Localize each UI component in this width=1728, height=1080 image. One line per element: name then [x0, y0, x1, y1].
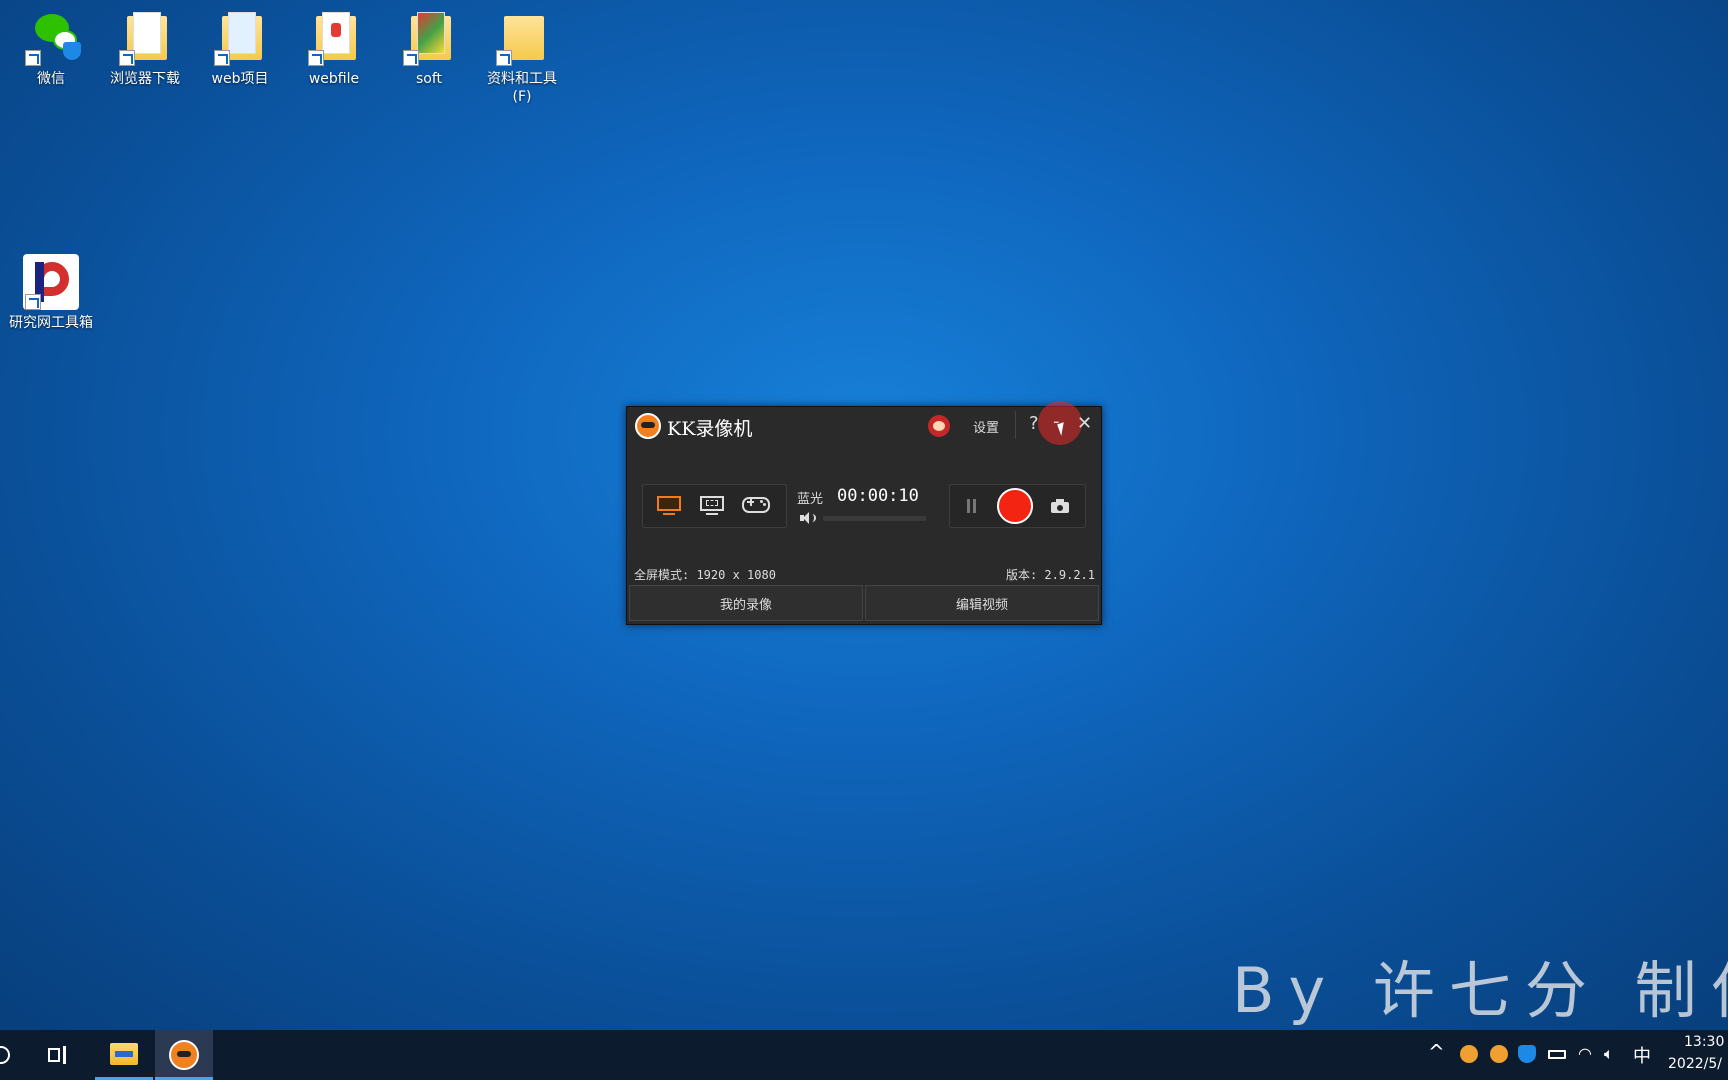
folder-icon [304, 8, 364, 68]
search-icon[interactable] [0, 1046, 10, 1064]
shortcut-arrow-icon [119, 50, 135, 66]
desktop-icon-label: 研究网工具箱 [9, 315, 93, 331]
task-view-icon[interactable] [48, 1046, 68, 1064]
qq-icon[interactable] [1460, 1045, 1478, 1063]
shortcut-arrow-icon [214, 50, 230, 66]
battery-icon[interactable] [1548, 1050, 1566, 1059]
taskbar-kk-recorder[interactable] [155, 1030, 213, 1080]
desktop-icon-webfile[interactable]: webfile [291, 8, 377, 88]
my-recordings-button[interactable]: 我的录像 [629, 585, 863, 621]
watermark-text: By 许七分 制作 [1232, 954, 1728, 1027]
kk-recorder-window[interactable]: KK录像机 设置 ? - ✕ 蓝光 00:00:10 全屏模式: 1920 x … [626, 401, 1102, 625]
quality-selector[interactable]: 蓝光 [797, 488, 823, 507]
clock-time[interactable]: 13:30 [1684, 1034, 1724, 1050]
pause-icon[interactable] [966, 499, 978, 513]
desktop-icon-label: 资料和工具 [487, 71, 557, 87]
volume-icon[interactable] [799, 511, 816, 525]
desktop-icon-soft[interactable]: soft [386, 8, 472, 88]
clock-date[interactable]: 2022/5/ [1668, 1056, 1722, 1072]
close-button[interactable]: ✕ [1077, 413, 1092, 434]
fullscreen-mode-icon[interactable] [655, 495, 685, 517]
desktop-icon-label: webfile [308, 71, 360, 87]
window-title: KK录像机 [667, 418, 753, 440]
version-text: 版本: 2.9.2.1 [1005, 568, 1095, 582]
shortcut-arrow-icon [403, 50, 419, 66]
desktop-icon-label: 浏览器下载 [110, 71, 180, 87]
desktop-icon-label: web项目 [211, 71, 269, 87]
title-bar[interactable]: KK录像机 设置 ? - ✕ [627, 401, 1101, 445]
settings-button[interactable]: 设置 [973, 417, 999, 436]
wechat-icon [21, 8, 81, 68]
volume-level-bar[interactable] [823, 516, 926, 521]
folder-icon [110, 1043, 138, 1065]
desktop-icon-research-toolbox[interactable]: 研究网工具箱 [8, 252, 94, 332]
capture-mode-group [642, 484, 787, 528]
desktop-icon-materials-tools[interactable]: 资料和工具 (F) [479, 8, 565, 106]
shortcut-arrow-icon [308, 50, 324, 66]
recording-timer: 00:00:10 [837, 486, 919, 506]
qq-icon[interactable] [1490, 1045, 1508, 1063]
desktop: 微信 浏览器下载 web项目 webfile soft 资料和工具 (F) 研究… [0, 0, 1728, 1030]
edit-video-button[interactable]: 编辑视频 [865, 585, 1099, 621]
taskbar: ^ ◠ 🔈︎ 中 13:30 2022/5/ [0, 1030, 1728, 1080]
desktop-icon-wechat[interactable]: 微信 [8, 8, 94, 88]
wifi-icon[interactable]: ◠ [1578, 1044, 1592, 1063]
user-avatar-icon[interactable] [928, 415, 950, 437]
game-mode-icon[interactable] [741, 495, 771, 517]
app-icon [21, 252, 81, 312]
region-mode-icon[interactable] [698, 495, 728, 517]
folder-icon [210, 8, 270, 68]
record-button[interactable] [997, 488, 1033, 524]
folder-icon [399, 8, 459, 68]
camera-icon[interactable] [1051, 499, 1069, 513]
drive-folder-icon [492, 8, 552, 68]
taskbar-file-explorer[interactable] [95, 1030, 153, 1080]
record-controls [949, 484, 1086, 528]
input-method-indicator[interactable]: 中 [1633, 1042, 1651, 1068]
shortcut-arrow-icon [496, 50, 512, 66]
mode-info-text: 全屏模式: 1920 x 1080 [634, 568, 776, 582]
desktop-icon-label: soft [415, 71, 443, 87]
desktop-icon-web-project[interactable]: web项目 [197, 8, 283, 88]
divider [1015, 411, 1016, 439]
shortcut-arrow-icon [25, 294, 41, 310]
desktop-icon-sublabel: (F) [512, 89, 532, 106]
shield-icon[interactable] [1518, 1045, 1536, 1063]
desktop-icon-label: 微信 [37, 71, 65, 87]
shortcut-arrow-icon [25, 50, 41, 66]
chevron-up-icon[interactable]: ^ [1428, 1040, 1445, 1064]
kk-logo-icon [169, 1040, 199, 1070]
desktop-icon-browser-downloads[interactable]: 浏览器下载 [102, 8, 188, 88]
folder-icon [115, 8, 175, 68]
kk-logo-icon [635, 413, 661, 439]
speaker-icon[interactable]: 🔈︎ [1604, 1044, 1614, 1064]
